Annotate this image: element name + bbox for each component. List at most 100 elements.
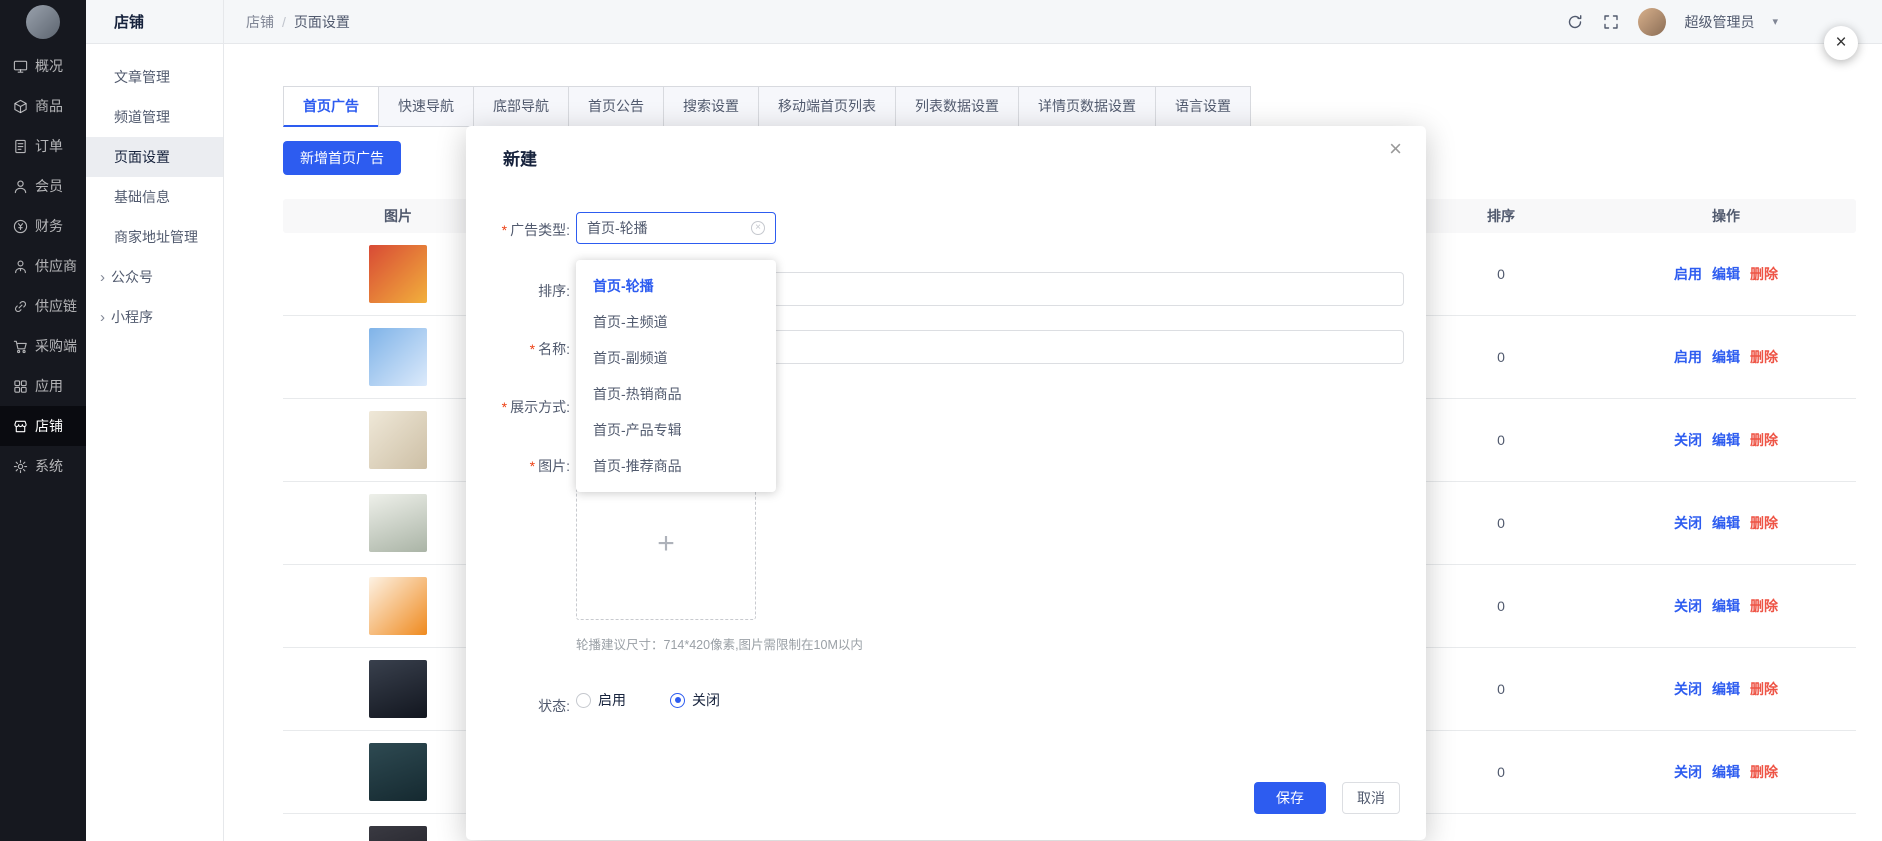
sidebar-item-label: 采购端 <box>35 336 77 356</box>
chevron-down-icon[interactable]: ▾ <box>1772 15 1778 28</box>
tab-home-notice[interactable]: 首页公告 <box>568 86 664 127</box>
user-name[interactable]: 超级管理员 <box>1684 12 1754 32</box>
disable-link[interactable]: 关闭 <box>1674 596 1702 616</box>
dropdown-option-home-sub-channel[interactable]: 首页-副频道 <box>576 340 776 376</box>
chevron-right-icon: › <box>100 269 105 286</box>
sidebar-item-basic-info[interactable]: 基础信息 <box>86 177 223 217</box>
edit-link[interactable]: 编辑 <box>1712 596 1740 616</box>
delete-link[interactable]: 删除 <box>1750 513 1778 533</box>
dropdown-option-home-recommend-goods[interactable]: 首页-推荐商品 <box>576 448 776 484</box>
dropdown-option-home-product-album[interactable]: 首页-产品专辑 <box>576 412 776 448</box>
sidebar-item-overview[interactable]: 概况 <box>0 46 86 86</box>
delete-link[interactable]: 删除 <box>1750 347 1778 367</box>
col-header-sort: 排序 <box>1406 206 1596 226</box>
status-option-enable[interactable]: 启用 <box>576 690 626 710</box>
required-mark: * <box>530 458 535 474</box>
disable-link[interactable]: 关闭 <box>1674 513 1702 533</box>
close-icon[interactable]: × <box>1389 138 1402 160</box>
tab-search-settings[interactable]: 搜索设置 <box>663 86 759 127</box>
breadcrumb-item[interactable]: 店铺 <box>246 12 274 32</box>
edit-link[interactable]: 编辑 <box>1712 513 1740 533</box>
top-bar: 店铺 店铺 / 页面设置 超级管理员 ▾ <box>86 0 1882 44</box>
refresh-icon[interactable] <box>1566 13 1584 31</box>
enable-link[interactable]: 启用 <box>1674 264 1702 284</box>
delete-link[interactable]: 删除 <box>1750 264 1778 284</box>
sort-value: 0 <box>1406 515 1596 531</box>
sidebar-item-merchant-address[interactable]: 商家地址管理 <box>86 217 223 257</box>
delete-link[interactable]: 删除 <box>1750 679 1778 699</box>
sidebar-item-finance[interactable]: 财务 <box>0 206 86 246</box>
tab-list-data-settings[interactable]: 列表数据设置 <box>895 86 1019 127</box>
delete-link[interactable]: 删除 <box>1750 762 1778 782</box>
supply-chain-icon <box>13 299 28 314</box>
edit-link[interactable]: 编辑 <box>1712 762 1740 782</box>
submenu-label: 频道管理 <box>114 107 170 127</box>
cancel-button[interactable]: 取消 <box>1342 782 1400 814</box>
sidebar-item-shop[interactable]: 店铺 <box>0 406 86 446</box>
tab-footer-nav[interactable]: 底部导航 <box>473 86 569 127</box>
edit-link[interactable]: 编辑 <box>1712 679 1740 699</box>
ad-type-select[interactable]: 首页-轮播 × <box>576 212 776 244</box>
save-button[interactable]: 保存 <box>1254 782 1326 814</box>
sidebar-item-official-account[interactable]: › 公众号 <box>86 257 223 297</box>
status-option-disable[interactable]: 关闭 <box>670 690 720 710</box>
sidebar-item-supplier[interactable]: 供应商 <box>0 246 86 286</box>
image-size-hint: 轮播建议尺寸：714*420像素,图片需限制在10M以内 <box>576 634 863 653</box>
enable-link[interactable]: 启用 <box>1674 347 1702 367</box>
edit-link[interactable]: 编辑 <box>1712 430 1740 450</box>
sidebar-item-mini-program[interactable]: ›小程序 <box>86 297 223 337</box>
clear-icon[interactable]: × <box>751 221 765 235</box>
sort-value: 0 <box>1406 432 1596 448</box>
submenu-label: 文章管理 <box>114 67 170 87</box>
dropdown-option-home-hot-goods[interactable]: 首页-热销商品 <box>576 376 776 412</box>
name-label: *名称: <box>470 339 570 359</box>
sidebar-item-apps[interactable]: 应用 <box>0 366 86 406</box>
fullscreen-icon[interactable] <box>1602 13 1620 31</box>
delete-link[interactable]: 删除 <box>1750 430 1778 450</box>
dropdown-option-home-main-channel[interactable]: 首页-主频道 <box>576 304 776 340</box>
user-avatar[interactable] <box>1638 8 1666 36</box>
new-ad-modal: 新建 × *广告类型: 首页-轮播 × 排序: *名称: *展示方式: *图片:… <box>466 126 1426 840</box>
edit-link[interactable]: 编辑 <box>1712 264 1740 284</box>
sidebar-item-procurement[interactable]: 采购端 <box>0 326 86 366</box>
sidebar-item-article-management[interactable]: 文章管理 <box>86 57 223 97</box>
disable-link[interactable]: 关闭 <box>1674 679 1702 699</box>
tab-quick-nav[interactable]: 快速导航 <box>378 86 474 127</box>
sidebar-item-page-settings[interactable]: 页面设置 <box>86 137 223 177</box>
sort-value: 0 <box>1406 681 1596 697</box>
product-thumbnail <box>369 328 427 386</box>
required-mark: * <box>502 222 507 238</box>
delete-link[interactable]: 删除 <box>1750 596 1778 616</box>
floating-close-button[interactable]: × <box>1824 26 1858 60</box>
required-mark: * <box>502 399 507 415</box>
tab-language-settings[interactable]: 语言设置 <box>1155 86 1251 127</box>
submenu-label: 公众号 <box>111 267 153 287</box>
sidebar-item-orders[interactable]: 订单 <box>0 126 86 166</box>
sidebar-item-label: 系统 <box>35 456 63 476</box>
disable-link[interactable]: 关闭 <box>1674 762 1702 782</box>
dropdown-option-home-carousel[interactable]: 首页-轮播 <box>576 268 776 304</box>
product-thumbnail <box>369 660 427 718</box>
add-home-ad-button[interactable]: 新增首页广告 <box>283 141 401 175</box>
sidebar-item-system[interactable]: 系统 <box>0 446 86 486</box>
sidebar-item-label: 供应商 <box>35 256 77 276</box>
radio-checked-icon <box>670 693 685 708</box>
tab-detail-data-settings[interactable]: 详情页数据设置 <box>1018 86 1156 127</box>
apps-icon <box>13 379 28 394</box>
sidebar-item-label: 应用 <box>35 376 63 396</box>
sort-value: 0 <box>1406 349 1596 365</box>
edit-link[interactable]: 编辑 <box>1712 347 1740 367</box>
sort-label: 排序: <box>470 281 570 301</box>
app-logo[interactable] <box>0 0 86 44</box>
logo-image <box>26 5 60 39</box>
sidebar-item-goods[interactable]: 商品 <box>0 86 86 126</box>
panel-title: 店铺 <box>86 0 224 43</box>
disable-link[interactable]: 关闭 <box>1674 430 1702 450</box>
tab-mobile-home-list[interactable]: 移动端首页列表 <box>758 86 896 127</box>
sidebar-item-supply-chain[interactable]: 供应链 <box>0 286 86 326</box>
sidebar-item-channel-management[interactable]: 频道管理 <box>86 97 223 137</box>
tab-home-ads[interactable]: 首页广告 <box>283 86 379 127</box>
order-icon <box>13 139 28 154</box>
breadcrumb: 店铺 / 页面设置 <box>224 12 350 32</box>
sidebar-item-members[interactable]: 会员 <box>0 166 86 206</box>
